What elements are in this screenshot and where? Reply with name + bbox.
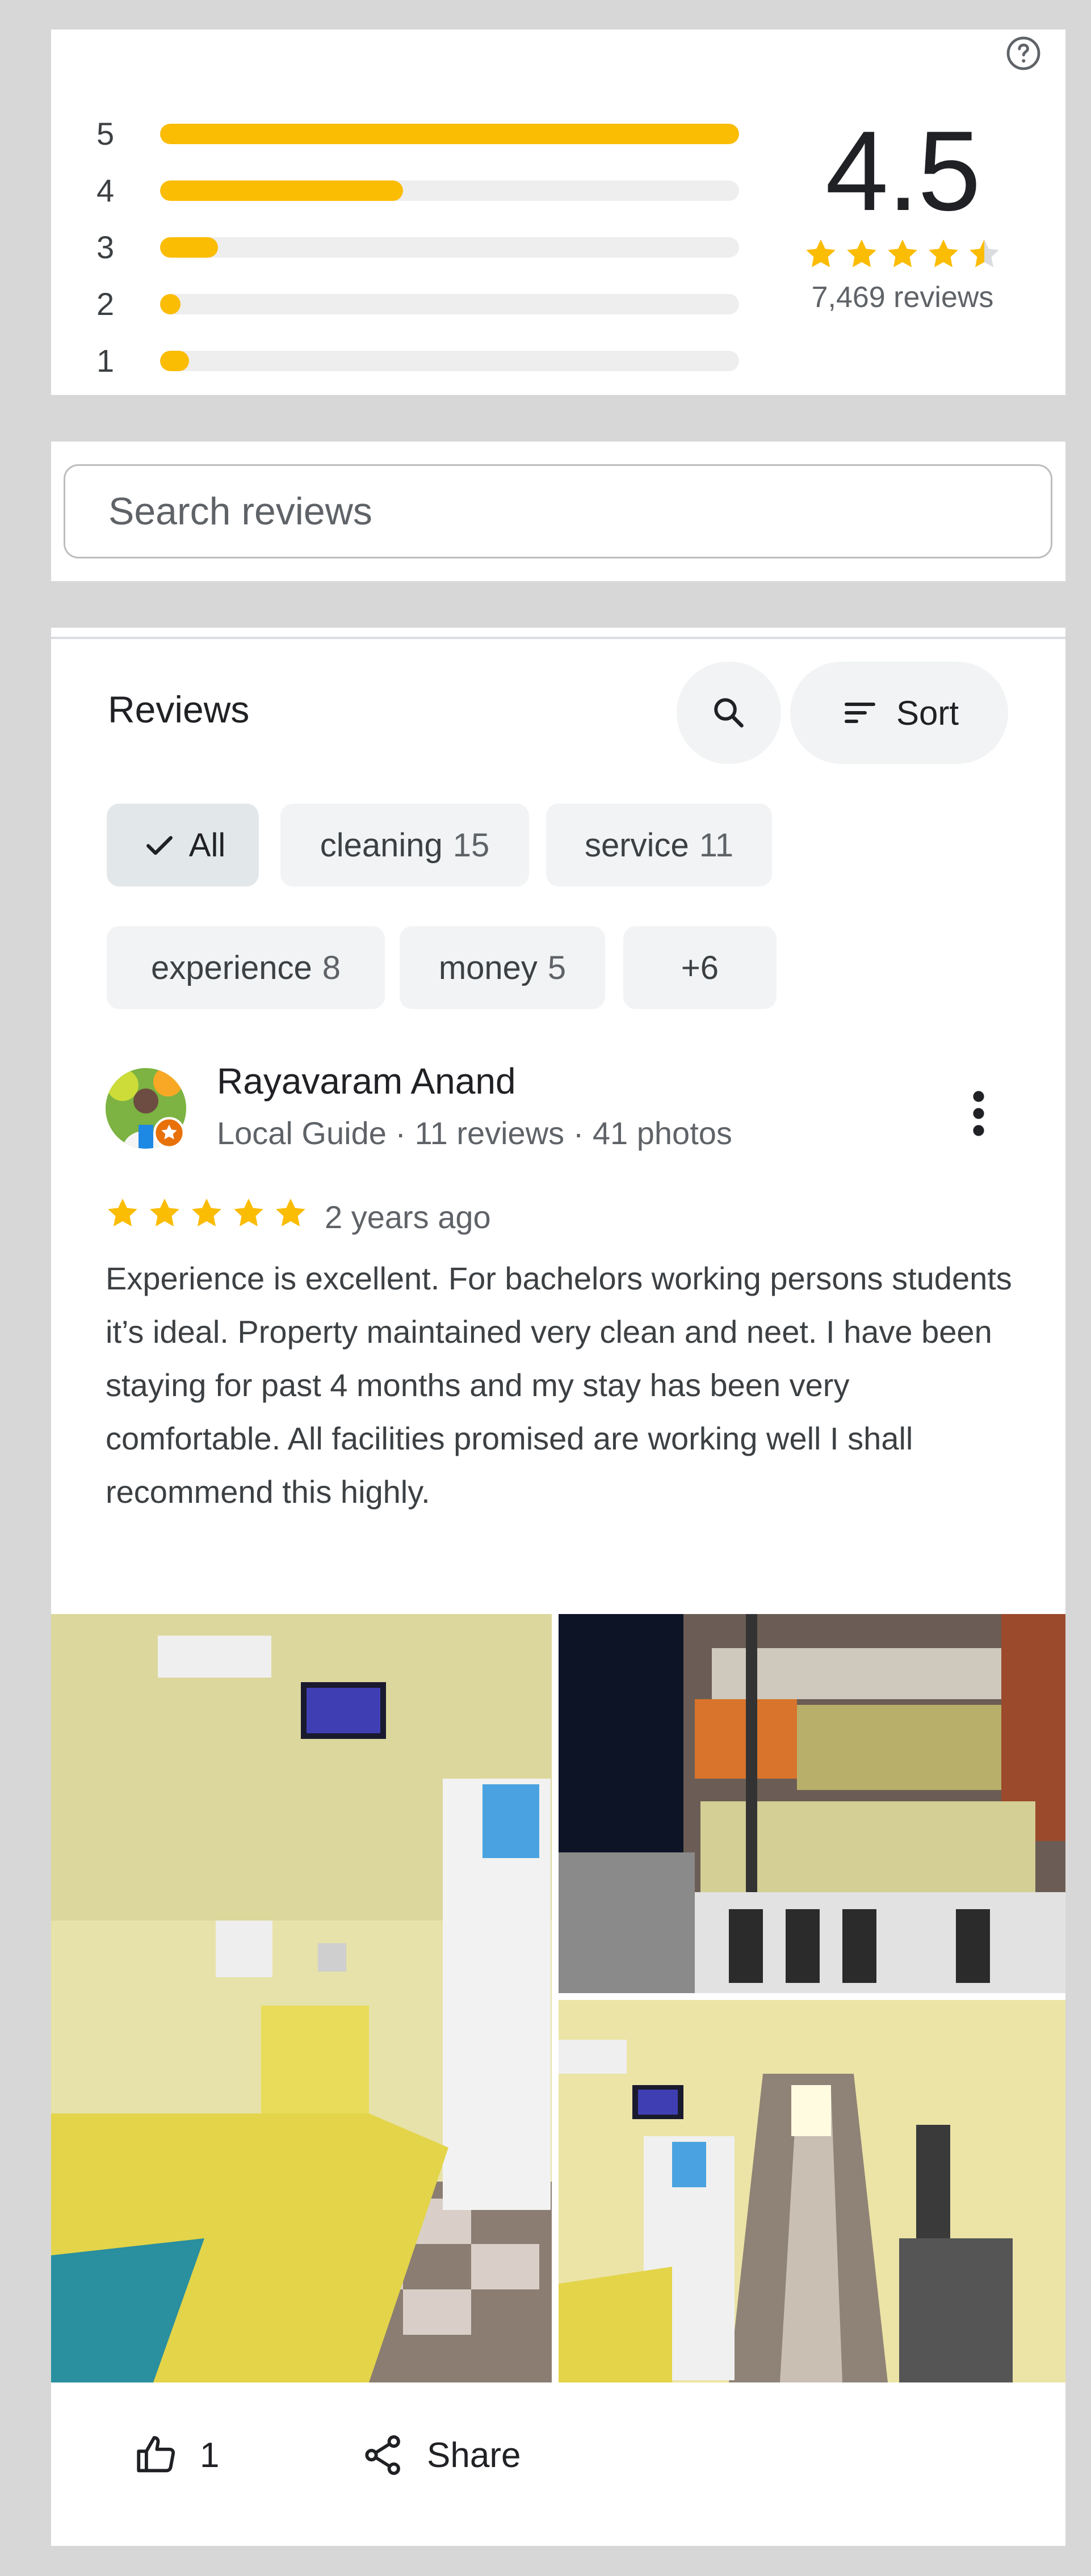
histogram-track	[160, 351, 739, 371]
reviewer-meta[interactable]: Local Guide · 11 reviews · 41 photos	[217, 1115, 732, 1152]
histogram-row-5[interactable]: 5	[96, 106, 739, 162]
histogram-track	[160, 124, 739, 144]
share-label: Share	[427, 2435, 521, 2475]
histogram-fill	[160, 124, 739, 144]
star-icon	[970, 239, 999, 267]
star-icon	[929, 239, 958, 267]
chip-label: cleaning	[320, 826, 443, 864]
chip-money[interactable]: money 5	[400, 926, 605, 1009]
histogram-track	[160, 237, 739, 258]
review-text: Experience is excellent. For bachelors w…	[106, 1260, 1012, 1510]
histogram-star-label: 3	[96, 229, 115, 265]
review-photo[interactable]	[559, 1614, 1065, 1993]
chip-count: 11	[699, 826, 733, 864]
histogram-fill	[160, 294, 181, 314]
star-icon	[847, 239, 876, 267]
search-reviews-card	[51, 442, 1065, 581]
chip-label: All	[188, 826, 226, 864]
sort-label: Sort	[896, 694, 959, 732]
reviews-heading: Reviews	[108, 688, 250, 730]
histogram-track	[160, 294, 739, 314]
checkmark-icon	[146, 836, 173, 855]
photo-hallway	[559, 2000, 1065, 2382]
chip-count: 8	[322, 949, 341, 986]
review-count[interactable]: 7,469 reviews	[789, 280, 1016, 314]
histogram-star-label: 5	[96, 116, 115, 152]
like-count: 1	[200, 2435, 220, 2475]
chip-experience[interactable]: experience 8	[107, 926, 385, 1009]
histogram-fill	[160, 237, 218, 258]
star-icon	[806, 239, 836, 267]
chip-service[interactable]: service 11	[546, 804, 772, 886]
search-reviews-box[interactable]	[64, 464, 1052, 558]
chip-more[interactable]: +6	[623, 926, 777, 1009]
review-date: 2 years ago	[325, 1199, 491, 1235]
star-icon	[150, 1198, 179, 1226]
histogram-star-label: 2	[96, 286, 115, 322]
histogram-fill	[160, 351, 189, 371]
chip-count: 5	[547, 949, 567, 986]
average-stars	[789, 236, 1016, 276]
chip-label: money	[438, 949, 538, 986]
chip-count: 15	[452, 826, 490, 864]
star-icon	[108, 1198, 137, 1226]
histogram-track	[160, 180, 739, 201]
reviews-card: Reviews Sort All cleaning 15 service 11 …	[51, 628, 1065, 2546]
review-photo[interactable]	[51, 1614, 552, 2382]
average-rating: 4.5	[825, 108, 981, 234]
histogram-fill	[160, 180, 403, 201]
rating-summary-card: 5 4 3 2 1 4.5 7,469 reviews	[51, 30, 1065, 395]
histogram-row-2[interactable]: 2	[96, 276, 739, 333]
reviewer-name[interactable]: Rayavaram Anand	[217, 1060, 516, 1102]
star-icon	[888, 239, 917, 267]
chip-label: service	[585, 826, 689, 864]
divider	[51, 637, 1065, 639]
chip-label: +6	[681, 949, 719, 986]
star-icon	[192, 1198, 221, 1226]
review-stars	[104, 1195, 309, 1232]
search-icon	[714, 698, 744, 728]
histogram-star-label: 4	[96, 173, 115, 208]
histogram-row-4[interactable]: 4	[96, 162, 739, 219]
search-reviews-button[interactable]	[677, 662, 781, 764]
like-button[interactable]: 1	[133, 2410, 219, 2501]
share-button[interactable]: Share	[360, 2410, 521, 2501]
help-circle-icon[interactable]	[1003, 33, 1044, 74]
local-guide-badge-icon	[153, 1117, 185, 1149]
histogram-row-1[interactable]: 1	[96, 333, 739, 389]
more-options-icon[interactable]	[956, 1085, 1001, 1142]
thumbs-up-icon	[137, 2436, 175, 2473]
histogram-row-3[interactable]: 3	[96, 219, 739, 276]
star-icon	[276, 1198, 305, 1226]
average-rating-block: 4.5 7,469 reviews	[789, 115, 1016, 314]
chip-label: experience	[150, 949, 312, 986]
search-reviews-input[interactable]	[108, 466, 1017, 557]
share-icon	[365, 2435, 400, 2476]
sort-icon	[844, 703, 875, 723]
sort-button[interactable]: Sort	[790, 662, 1008, 764]
chip-cleaning[interactable]: cleaning 15	[280, 804, 529, 886]
photo-building-exterior	[559, 1614, 1065, 1993]
star-icon	[234, 1198, 263, 1226]
review-actions: 1 Share	[51, 2410, 1065, 2501]
chip-all[interactable]: All	[107, 804, 259, 886]
histogram-star-label: 1	[96, 343, 115, 379]
photo-reception-room	[51, 1614, 552, 2382]
review-photo[interactable]	[559, 2000, 1065, 2382]
